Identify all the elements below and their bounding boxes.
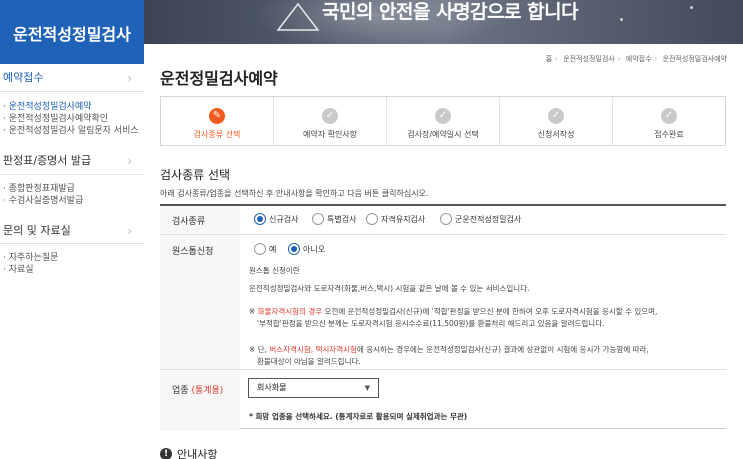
onestop-note-bus: ※ 단, 버스자격시험, 택시자격시험에 응시하는 경우에는 운전적성정밀검사(… bbox=[249, 345, 649, 354]
check-icon: ✓ bbox=[322, 108, 338, 124]
radio-new-exam[interactable]: 신규검사 bbox=[254, 213, 298, 225]
check-icon: ✓ bbox=[661, 108, 677, 124]
onestop-note-cargo-2: '부적합'판정을 받으신 분께는 도로자격시험 응시수수료(11,500원)를 … bbox=[257, 319, 605, 328]
onestop-note-body: 운전적성정밀검사와 도로자격(화물,버스,택시) 시험을 같은 날에 볼 수 있… bbox=[249, 284, 530, 293]
step-5: ✓ 접수완료 bbox=[654, 108, 684, 139]
step-3: ✓ 검사장/예약일시 선택 bbox=[387, 97, 500, 145]
sidebar-title[interactable]: 운전적성정밀검사 bbox=[0, 0, 144, 64]
radio-onestop-yes[interactable]: 예 bbox=[254, 243, 276, 255]
sidebar-item-faq[interactable]: · 자주하는질문 bbox=[3, 253, 58, 264]
breadcrumb-item[interactable]: 운전적성정밀검사 bbox=[563, 55, 615, 63]
radio-special-exam[interactable]: 특별검사 bbox=[312, 213, 356, 225]
chevron-right-icon: › bbox=[127, 154, 132, 168]
industry-select[interactable]: 회사화물 ▼ bbox=[248, 378, 379, 398]
onestop-note-cargo: ※ 화물자격시험의 경우 오전에 운전적성정밀검사(신규)에 '적합'판정을 받… bbox=[249, 307, 658, 316]
section-description: 아래 검사종류/업종을 선택하신 후 안내사항을 확인하고 다음 버튼 클릭하십… bbox=[160, 189, 429, 198]
sidebar-section-support[interactable]: 문의 및 자료실 › bbox=[0, 221, 144, 241]
step-2: ✓ 예약자 확인사항 bbox=[274, 97, 387, 145]
info-icon: ! bbox=[160, 448, 172, 459]
banner-slogan: 국민의 안전을 사명감으로 합니다 bbox=[322, 1, 579, 23]
breadcrumb-current: 운전적성정밀검사예약 bbox=[662, 55, 727, 63]
radio-maintenance-exam[interactable]: 자격유지검사 bbox=[366, 213, 425, 225]
sidebar-item-sms-service[interactable]: · 운전적성정밀검사 알림문자 서비스 bbox=[3, 126, 139, 137]
radio-onestop-no[interactable]: 아니오 bbox=[288, 243, 325, 255]
onestop-label: 원스톱신청 bbox=[172, 247, 214, 257]
triangle-logo-icon bbox=[276, 2, 320, 31]
sidebar-item-reservation-check[interactable]: · 운전적성정밀검사예약확인 bbox=[3, 114, 108, 125]
chevron-right-icon: › bbox=[127, 71, 132, 85]
breadcrumb: 홈 › 운전적성정밀검사 › 예약접수 › 운전적성정밀검사예약 bbox=[545, 55, 727, 63]
step-4: ✓ 신청서작성 bbox=[500, 97, 613, 145]
step-1: ✎ 검사종류 선택 bbox=[161, 97, 274, 145]
industry-hint: * 희망 업종을 선택하세요. (통계자료로 활용되며 실제취업과는 무관) bbox=[249, 412, 468, 421]
check-icon: ✓ bbox=[548, 108, 564, 124]
step-indicator: ✎ 검사종류 선택 ✓ 예약자 확인사항 ✓ 검사장/예약일시 선택 ✓ 신청서… bbox=[160, 96, 726, 146]
section-title: 검사종류 선택 bbox=[160, 168, 231, 182]
onestop-note-title: 원스톱 신청이란 bbox=[249, 266, 300, 275]
pencil-icon: ✎ bbox=[209, 108, 225, 124]
chevron-down-icon: ▼ bbox=[364, 384, 370, 392]
onestop-note-bus-2: 환불대상이 아님을 알려드립니다. bbox=[257, 357, 361, 366]
sidebar-section-reservation[interactable]: 예약접수 › bbox=[0, 68, 144, 88]
industry-label: 업종 (통계용) bbox=[172, 386, 224, 396]
breadcrumb-item[interactable]: 예약접수 bbox=[626, 55, 652, 63]
sidebar-item-certificate[interactable]: · 수검사실증명서발급 bbox=[3, 196, 83, 207]
sidebar-item-library[interactable]: · 자료실 bbox=[3, 265, 34, 276]
chevron-right-icon: › bbox=[127, 224, 132, 238]
exam-type-label: 검사종류 bbox=[172, 217, 206, 227]
guide-heading: ! 안내사항 bbox=[160, 446, 217, 459]
page-title: 운전정밀검사예약 bbox=[160, 69, 278, 88]
sidebar-item-reissue[interactable]: · 종합판정표재발급 bbox=[3, 184, 75, 195]
sidebar-item-reservation[interactable]: · 운전적성정밀검사예약 bbox=[3, 102, 92, 113]
sidebar-section-certificates[interactable]: 판정표/증명서 발급 › bbox=[0, 151, 144, 171]
radio-military-exam[interactable]: 군운전적성정밀검사 bbox=[440, 213, 521, 225]
check-icon: ✓ bbox=[435, 108, 451, 124]
